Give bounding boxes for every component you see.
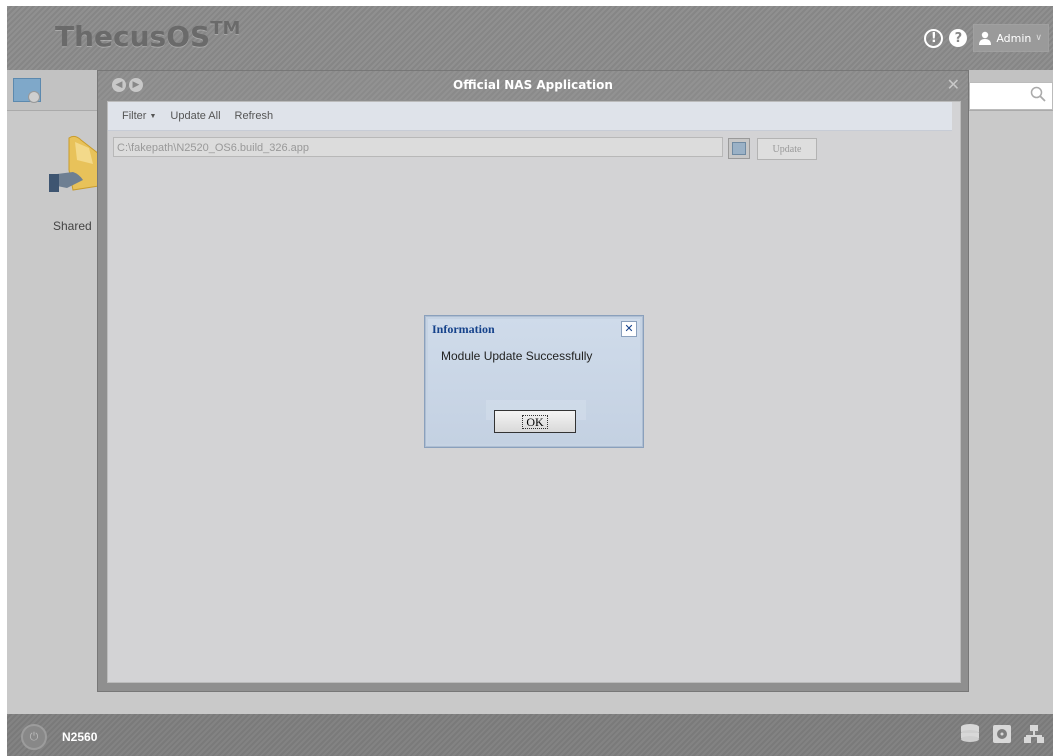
disk-icon[interactable] — [991, 723, 1013, 745]
shared-folder-icon — [49, 135, 100, 192]
shared-folder-label: Shared — [53, 219, 92, 233]
user-icon — [979, 31, 992, 45]
filter-label: Filter — [122, 110, 147, 122]
toolbar: Filter ▼ Update All Refresh — [108, 102, 952, 131]
ok-label: OK — [522, 414, 548, 429]
dialog-title: Information — [432, 322, 495, 336]
browse-icon — [732, 142, 746, 155]
search-icon — [1030, 86, 1046, 102]
filter-menu[interactable]: Filter ▼ — [122, 110, 156, 122]
brand-logo: ThecusOSTM — [55, 18, 241, 53]
network-icon[interactable] — [1023, 723, 1045, 745]
window-titlebar[interactable]: ◀ ▶ Official NAS Application ✕ — [98, 71, 968, 100]
refresh-button[interactable]: Refresh — [235, 110, 274, 122]
search-input[interactable] — [969, 82, 1053, 110]
power-icon[interactable]: ⏻ — [21, 724, 47, 750]
help-icon[interactable]: ? — [949, 29, 968, 47]
close-icon[interactable]: ✕ — [947, 75, 960, 94]
chevron-down-icon: ∨ — [1035, 33, 1042, 43]
user-name: Admin — [996, 31, 1032, 45]
file-path-field[interactable]: C:\fakepath\N2520_OS6.build_326.app — [113, 137, 723, 157]
storage-icon[interactable] — [959, 723, 981, 745]
browse-button[interactable] — [728, 138, 750, 159]
shared-folder-shortcut[interactable] — [47, 134, 103, 204]
control-panel-icon[interactable] — [13, 78, 41, 103]
taskbar: ⏻ N2560 — [7, 714, 1053, 756]
top-header: ThecusOSTM ! ? Admin ∨ — [7, 6, 1053, 70]
dialog-message: Module Update Successfully — [441, 349, 593, 363]
window-title: Official NAS Application — [453, 78, 613, 92]
user-menu-button[interactable]: Admin ∨ — [973, 24, 1049, 52]
caret-down-icon: ▼ — [149, 113, 157, 120]
alert-icon[interactable]: ! — [924, 28, 944, 48]
update-button[interactable]: Update — [757, 138, 817, 160]
update-all-button[interactable]: Update All — [170, 110, 220, 122]
device-name: N2560 — [62, 730, 98, 744]
information-dialog: Information ✕ Module Update Successfully… — [424, 315, 644, 448]
ok-button[interactable]: OK — [494, 410, 576, 433]
dialog-close-icon[interactable]: ✕ — [621, 321, 637, 337]
